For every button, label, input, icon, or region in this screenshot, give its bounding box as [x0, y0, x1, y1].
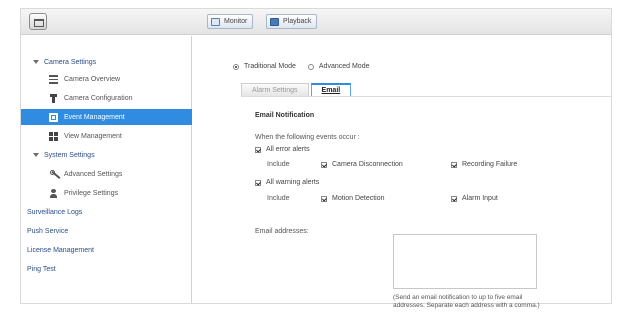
sidebar-item-camera-overview[interactable]: Camera Overview [21, 71, 192, 87]
app-window: Monitor Playback Camera Settings Camera … [20, 8, 612, 309]
alarm-input-checkbox[interactable] [451, 195, 457, 202]
all-error-alerts-label: All error alerts [266, 146, 310, 153]
camera-disconnection-option: Camera Disconnection [321, 161, 403, 168]
event-management-icon [49, 112, 58, 122]
sidebar-item-view-management[interactable]: View Management [21, 128, 192, 144]
sidebar-link-label: Ping Test [27, 265, 56, 273]
events-intro-text: When the following events occur : [255, 134, 360, 141]
recording-failure-label: Recording Failure [462, 161, 518, 168]
monitor-button[interactable]: Monitor [207, 14, 254, 29]
sidebar-link-license-management[interactable]: License Management [21, 242, 192, 258]
sidebar-item-label: Camera Overview [64, 75, 121, 83]
sidebar-group-camera-settings[interactable]: Camera Settings [21, 54, 192, 70]
camera-configuration-icon [49, 93, 58, 103]
playback-label: Playback [283, 18, 312, 25]
main-panel: Traditional Mode Advanced Mode Alarm Set… [193, 36, 611, 309]
sidebar-item-label: View Management [64, 132, 122, 140]
sidebar-link-label: Surveillance Logs [27, 208, 83, 216]
include-label: Include [267, 195, 290, 202]
window-menu-icon[interactable] [29, 13, 47, 30]
sidebar-item-advanced-settings[interactable]: Advanced Settings [21, 166, 192, 182]
camera-overview-icon [49, 74, 58, 84]
sidebar-item-label: Camera Configuration [64, 94, 133, 102]
email-help-line-1: (Send an email notification to up to fiv… [393, 294, 523, 301]
advanced-mode-label: Advanced Mode [318, 63, 370, 70]
monitor-icon [211, 17, 220, 26]
email-help-line-2: addresses. Separate each address with a … [393, 302, 540, 309]
error-alerts-row: All error alerts [255, 146, 310, 153]
alarm-input-label: Alarm Input [462, 195, 498, 202]
sidebar-link-push-service[interactable]: Push Service [21, 223, 192, 239]
sidebar-item-label: Event Management [64, 113, 125, 121]
sidebar-item-privilege-settings[interactable]: Privilege Settings [21, 185, 192, 201]
camera-disconnection-label: Camera Disconnection [332, 161, 403, 168]
email-addresses-input[interactable] [393, 234, 537, 289]
top-toolbar: Monitor Playback [21, 9, 611, 35]
user-icon [49, 188, 58, 198]
warning-alerts-row: All warning alerts [255, 179, 319, 186]
sidebar-item-label: Privilege Settings [64, 189, 119, 197]
all-error-alerts-checkbox[interactable] [255, 146, 261, 153]
include-label: Include [267, 161, 290, 168]
sidebar-group-label: System Settings [44, 151, 95, 159]
recording-failure-option: Recording Failure [451, 161, 517, 168]
alarm-input-option: Alarm Input [451, 195, 498, 202]
sidebar: Camera Settings Camera Overview Camera C… [21, 36, 192, 303]
email-help-text: (Send an email notification to up to fiv… [393, 294, 613, 310]
sidebar-link-ping-test[interactable]: Ping Test [21, 261, 192, 277]
mode-selector: Traditional Mode Advanced Mode [233, 63, 369, 70]
camera-disconnection-checkbox[interactable] [321, 161, 327, 168]
playback-icon [270, 17, 279, 26]
playback-button[interactable]: Playback [266, 14, 318, 29]
wrench-icon [49, 169, 58, 179]
expand-arrow-icon [33, 153, 39, 157]
sidebar-item-camera-configuration[interactable]: Camera Configuration [21, 90, 192, 106]
motion-detection-label: Motion Detection [332, 195, 385, 202]
expand-arrow-icon [33, 60, 39, 64]
sidebar-group-label: Camera Settings [44, 58, 97, 66]
all-warning-alerts-checkbox[interactable] [255, 179, 261, 186]
traditional-mode-radio[interactable] [233, 63, 239, 70]
advanced-mode-radio[interactable] [307, 63, 314, 70]
sidebar-item-event-management[interactable]: Event Management [21, 109, 192, 125]
tab-alarm-settings[interactable]: Alarm Settings [241, 83, 309, 96]
motion-detection-checkbox[interactable] [321, 195, 327, 202]
section-title: Email Notification [255, 112, 315, 119]
sidebar-group-system-settings[interactable]: System Settings [21, 147, 192, 163]
recording-failure-checkbox[interactable] [451, 161, 457, 168]
settings-tabs: Alarm Settings Email [241, 83, 353, 96]
sidebar-link-label: Push Service [27, 227, 69, 235]
monitor-label: Monitor [224, 18, 248, 25]
view-management-icon [49, 131, 58, 141]
tab-divider [241, 96, 611, 97]
email-addresses-label: Email addresses: [255, 228, 309, 235]
traditional-mode-label: Traditional Mode [244, 63, 296, 70]
sidebar-link-label: License Management [27, 246, 94, 254]
all-warning-alerts-label: All warning alerts [266, 179, 320, 186]
tab-email[interactable]: Email [310, 83, 352, 96]
sidebar-link-surveillance-logs[interactable]: Surveillance Logs [21, 204, 192, 220]
motion-detection-option: Motion Detection [321, 195, 385, 202]
sidebar-item-label: Advanced Settings [64, 170, 123, 178]
